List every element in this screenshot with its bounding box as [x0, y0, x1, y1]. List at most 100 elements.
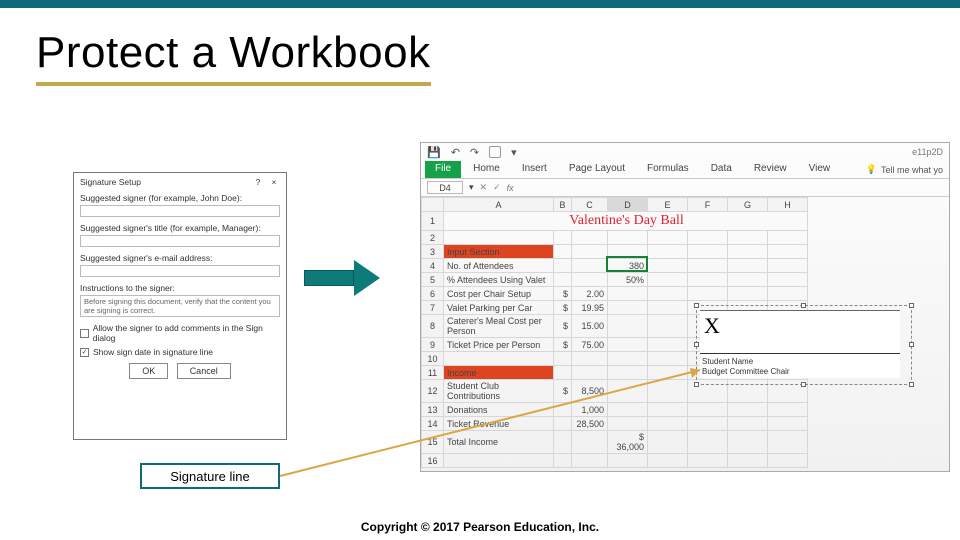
undo-icon[interactable]: ↶	[451, 146, 460, 159]
sheet-title-cell[interactable]: Valentine's Day Ball	[444, 212, 808, 231]
cell[interactable]	[608, 454, 648, 468]
cell[interactable]: 28,500	[572, 417, 608, 431]
cell[interactable]	[554, 245, 572, 259]
row-header[interactable]: 12	[422, 380, 444, 403]
dialog-close-button[interactable]: ×	[268, 176, 280, 188]
row-header[interactable]: 8	[422, 315, 444, 338]
ok-button[interactable]: OK	[129, 363, 168, 379]
cell[interactable]	[608, 338, 648, 352]
row-header[interactable]: 5	[422, 273, 444, 287]
cell[interactable]: 8,500	[572, 380, 608, 403]
tab-insert[interactable]: Insert	[512, 161, 557, 178]
cell[interactable]	[554, 366, 572, 380]
cell[interactable]: 19.95	[572, 301, 608, 315]
cell[interactable]	[554, 273, 572, 287]
fx-icon[interactable]: fx	[507, 183, 514, 193]
cell[interactable]	[608, 301, 648, 315]
row-header[interactable]: 4	[422, 259, 444, 273]
cell[interactable]	[608, 366, 648, 380]
cell[interactable]	[572, 352, 608, 366]
column-header[interactable]: H	[768, 198, 808, 212]
cell[interactable]	[554, 403, 572, 417]
cell[interactable]: Cost per Chair Setup	[444, 287, 554, 301]
formula-enter-icon[interactable]: ✓	[493, 182, 501, 193]
cell[interactable]: 15.00	[572, 315, 608, 338]
row-header[interactable]: 15	[422, 431, 444, 454]
cell[interactable]: $	[554, 301, 572, 315]
cell[interactable]	[444, 352, 554, 366]
tab-review[interactable]: Review	[744, 161, 797, 178]
cell[interactable]	[572, 454, 608, 468]
tell-me[interactable]: 💡 Tell me what yo	[860, 161, 949, 178]
cell[interactable]	[608, 245, 648, 259]
cell[interactable]: Ticket Price per Person	[444, 338, 554, 352]
row-header[interactable]: 9	[422, 338, 444, 352]
cell[interactable]: 2.00	[572, 287, 608, 301]
cell[interactable]	[572, 273, 608, 287]
cell[interactable]	[554, 417, 572, 431]
cell[interactable]	[608, 315, 648, 338]
cell[interactable]	[554, 259, 572, 273]
row-header[interactable]: 16	[422, 454, 444, 468]
column-header[interactable]: A	[444, 198, 554, 212]
cell[interactable]: Total Income	[444, 431, 554, 454]
touch-mode-icon[interactable]	[489, 146, 501, 158]
cell[interactable]: Student Club Contributions	[444, 380, 554, 403]
cell[interactable]	[608, 403, 648, 417]
cell[interactable]: 1,000	[572, 403, 608, 417]
cell[interactable]: No. of Attendees	[444, 259, 554, 273]
cell[interactable]: 380	[608, 259, 648, 273]
input-signer-title[interactable]	[80, 235, 280, 247]
cell[interactable]	[608, 287, 648, 301]
column-header[interactable]: B	[554, 198, 572, 212]
cell[interactable]: Donations	[444, 403, 554, 417]
tab-view[interactable]: View	[799, 161, 841, 178]
row-header[interactable]: 1	[422, 212, 444, 231]
column-header[interactable]	[422, 198, 444, 212]
tab-formulas[interactable]: Formulas	[637, 161, 699, 178]
cell[interactable]: $	[554, 315, 572, 338]
checkbox-show-date[interactable]: ✓	[80, 348, 89, 357]
row-header[interactable]: 6	[422, 287, 444, 301]
row-header[interactable]: 14	[422, 417, 444, 431]
signature-line-object[interactable]: X Student Name Budget Committee Chair	[700, 310, 900, 378]
row-header[interactable]: 7	[422, 301, 444, 315]
cell[interactable]: $	[554, 380, 572, 403]
row-header[interactable]: 10	[422, 352, 444, 366]
name-box[interactable]: D4	[427, 181, 463, 194]
cell[interactable]	[572, 245, 608, 259]
input-instructions[interactable]: Before signing this document, verify tha…	[80, 295, 280, 317]
input-signer-email[interactable]	[80, 265, 280, 277]
section-header-cell[interactable]: Input Section	[444, 245, 554, 259]
qat-customize-icon[interactable]: ▾	[511, 146, 517, 159]
checkbox-allow-comments[interactable]	[80, 329, 89, 338]
tab-data[interactable]: Data	[701, 161, 742, 178]
cell[interactable]	[572, 431, 608, 454]
cell[interactable]: 75.00	[572, 338, 608, 352]
section-header-cell[interactable]: Income	[444, 366, 554, 380]
dialog-help-button[interactable]: ?	[252, 176, 264, 188]
cell[interactable]	[608, 417, 648, 431]
row-header[interactable]: 11	[422, 366, 444, 380]
column-header[interactable]: C	[572, 198, 608, 212]
formula-cancel-icon[interactable]: ✕	[480, 182, 488, 193]
cell[interactable]	[608, 380, 648, 403]
row-header[interactable]: 13	[422, 403, 444, 417]
tab-file[interactable]: File	[425, 161, 461, 178]
row-header[interactable]: 2	[422, 231, 444, 245]
column-header[interactable]: E	[648, 198, 688, 212]
cell[interactable]	[554, 352, 572, 366]
dropdown-icon[interactable]: ▾	[469, 182, 474, 193]
cell[interactable]	[554, 431, 572, 454]
input-suggested-signer[interactable]	[80, 205, 280, 217]
tab-page-layout[interactable]: Page Layout	[559, 161, 635, 178]
cancel-button[interactable]: Cancel	[177, 363, 231, 379]
cell[interactable]: 50%	[608, 273, 648, 287]
tab-home[interactable]: Home	[463, 161, 510, 178]
cell[interactable]: Valet Parking per Car	[444, 301, 554, 315]
save-icon[interactable]: 💾	[427, 146, 441, 159]
cell[interactable]: Ticket Revenue	[444, 417, 554, 431]
column-header[interactable]: D	[608, 198, 648, 212]
column-header[interactable]: G	[728, 198, 768, 212]
cell[interactable]: $ 36,000	[608, 431, 648, 454]
